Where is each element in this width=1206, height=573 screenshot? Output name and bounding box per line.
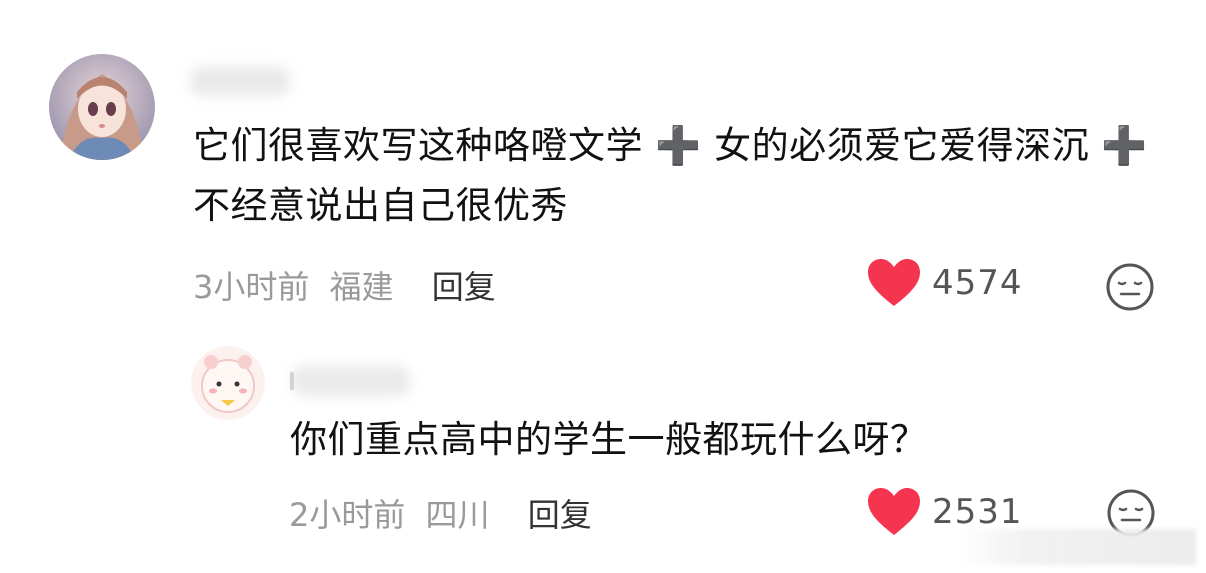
reply-button[interactable]: 回复 bbox=[528, 496, 592, 534]
like-button[interactable]: 4574 bbox=[866, 258, 1023, 308]
cute-creature-avatar-image bbox=[191, 346, 265, 420]
comment-meta: 3小时前 福建 回复 bbox=[193, 262, 496, 308]
anime-girl-avatar-image bbox=[49, 54, 155, 160]
comment-time: 3小时前 bbox=[193, 268, 310, 306]
expressionless-face-icon[interactable] bbox=[1105, 262, 1155, 312]
comment-time: 2小时前 bbox=[289, 496, 406, 534]
avatar[interactable] bbox=[49, 54, 155, 160]
comment-location: 福建 bbox=[329, 268, 394, 306]
comment-thread: 它们很喜欢写这种咯噔文学 ➕ 女的必须爱它爱得深沉 ➕ 不经意说出自己很优秀 3… bbox=[0, 0, 1206, 573]
username-redacted[interactable] bbox=[190, 66, 290, 96]
username-redacted[interactable] bbox=[292, 366, 410, 396]
heart-icon[interactable] bbox=[866, 258, 922, 308]
heart-icon[interactable] bbox=[866, 487, 922, 537]
like-count: 4574 bbox=[932, 263, 1023, 303]
comment-body: 你们重点高中的学生一般都玩什么呀？ bbox=[290, 418, 928, 461]
reply-button[interactable]: 回复 bbox=[432, 268, 496, 306]
avatar[interactable] bbox=[191, 346, 265, 420]
comment-location: 四川 bbox=[425, 496, 490, 534]
comment-body: 它们很喜欢写这种咯噔文学 ➕ 女的必须爱它爱得深沉 ➕ 不经意说出自己很优秀 bbox=[193, 124, 1148, 227]
watermark-overlay bbox=[956, 529, 1196, 565]
like-count: 2531 bbox=[932, 492, 1023, 532]
comment-meta: 2小时前 四川 回复 bbox=[289, 490, 592, 536]
